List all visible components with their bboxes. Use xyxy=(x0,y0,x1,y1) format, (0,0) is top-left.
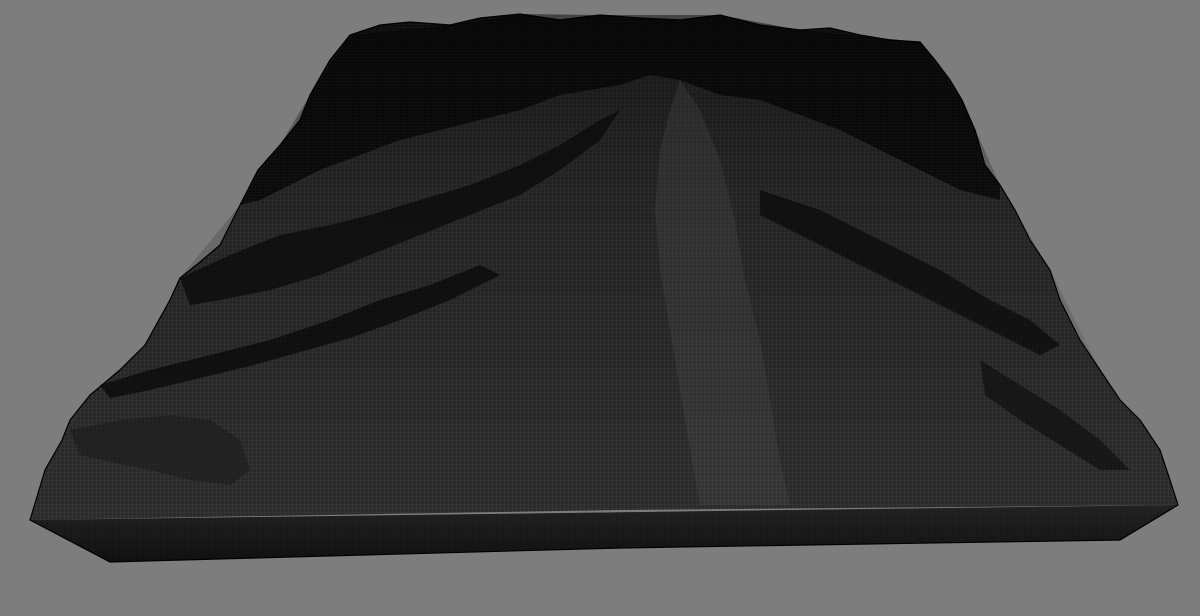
3d-viewport[interactable] xyxy=(0,0,1200,616)
terrain-mesh-render[interactable] xyxy=(0,0,1200,616)
